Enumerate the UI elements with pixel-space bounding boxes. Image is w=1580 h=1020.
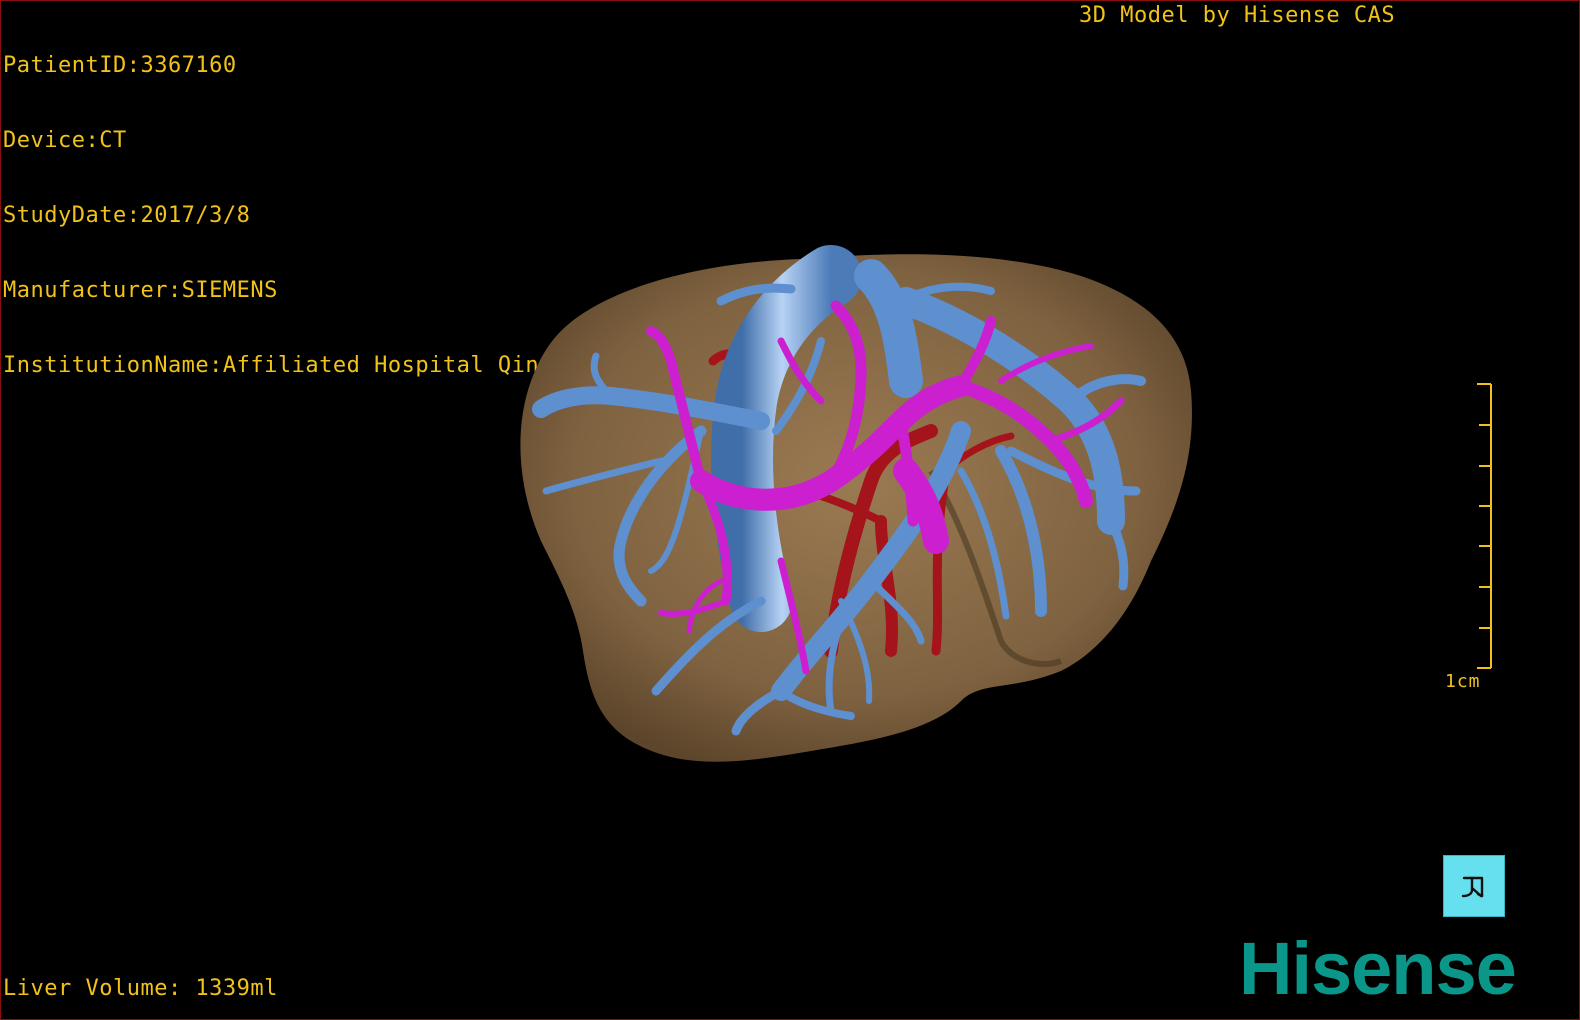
hisense-logo: Hisense	[1239, 927, 1517, 1010]
3d-viewport[interactable]: PatientID:3367160 Device:CT StudyDate:20…	[0, 0, 1580, 1020]
liver-3d-model[interactable]	[1, 1, 1580, 1020]
scale-bar-label: 1cm	[1445, 671, 1481, 692]
liver-volume-text: Liver Volume: 1339ml	[3, 976, 278, 1001]
orientation-button[interactable]	[1443, 855, 1505, 917]
scale-bar	[1477, 383, 1492, 669]
orientation-icon	[1461, 876, 1484, 898]
